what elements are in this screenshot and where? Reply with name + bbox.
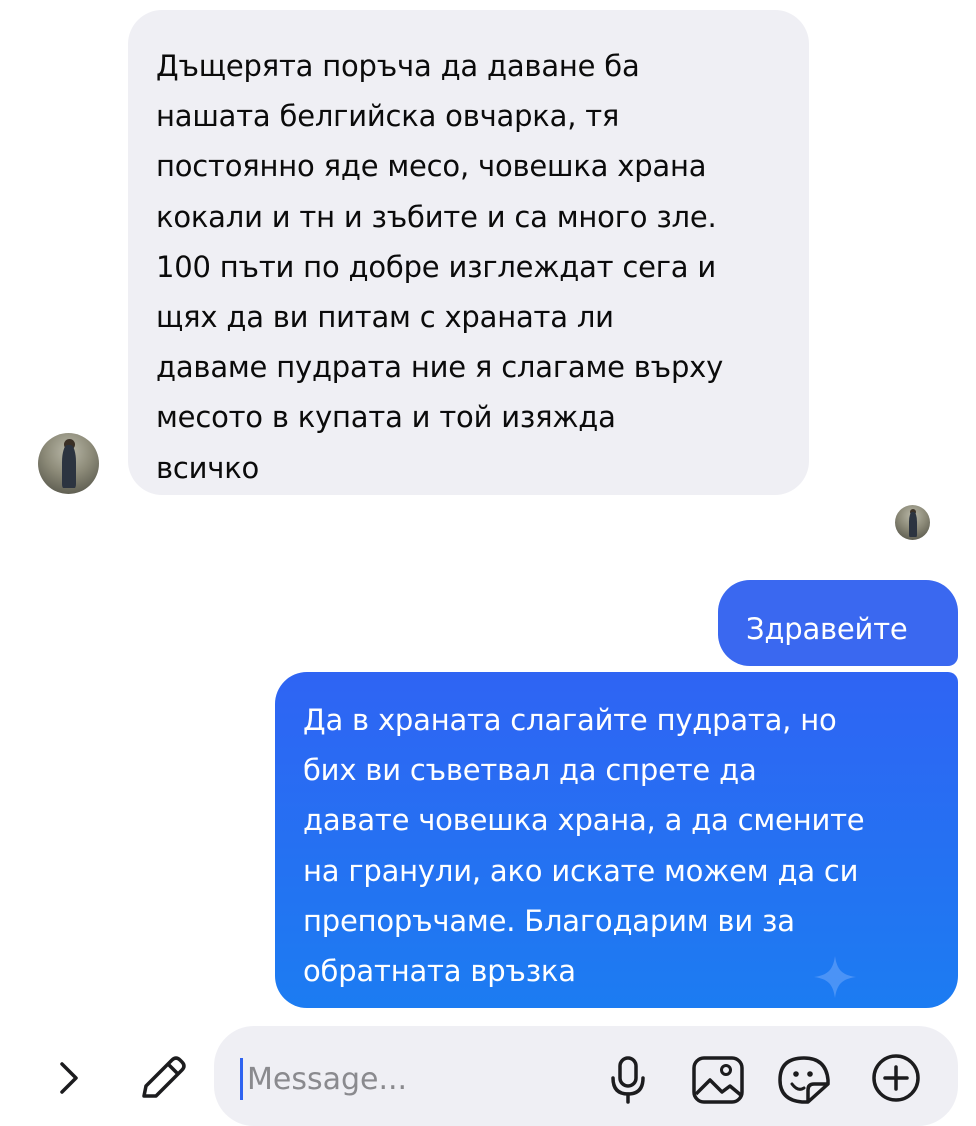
outgoing-message-bubble[interactable]: Здравейте xyxy=(718,580,958,666)
message-line: нашата белгийска овчарка, тя xyxy=(156,99,620,134)
sender-avatar[interactable] xyxy=(38,433,99,494)
pencil-icon[interactable] xyxy=(134,1052,190,1102)
message-line: кокали и тн и зъбите и са много зле. xyxy=(156,199,717,234)
ai-sparkle-icon xyxy=(814,956,856,998)
plus-circle-icon[interactable] xyxy=(868,1052,924,1104)
message-line: Дъщерята поръча да даване ба xyxy=(156,49,640,83)
microphone-icon[interactable] xyxy=(606,1054,650,1104)
message-placeholder: Message... xyxy=(247,1062,408,1097)
message-text: Здравейте xyxy=(746,612,908,646)
outgoing-message-bubble[interactable]: Да в храната слагайте пудрата, но бих ви… xyxy=(275,672,958,1008)
message-line: Да в храната слагайте пудрата, но xyxy=(303,703,837,737)
message-line: месото в купата и той изяжда xyxy=(156,400,616,435)
text-caret xyxy=(240,1058,243,1100)
incoming-message-bubble[interactable]: Дъщерята поръча да даване ба нашата белг… xyxy=(128,10,809,495)
message-line: постоянно яде месо, човешка храна xyxy=(156,149,707,184)
message-line: бих ви съветвал да спрете да xyxy=(303,753,757,788)
message-line: щях да ви питам с храната ли xyxy=(156,300,614,335)
message-line: препоръчаме. Благодарим ви за xyxy=(303,903,795,938)
message-line: всичко xyxy=(156,450,260,485)
sticker-icon[interactable] xyxy=(776,1054,832,1104)
seen-receipt-avatar xyxy=(895,505,930,540)
message-line: на гранули, ако искате можем да си xyxy=(303,853,859,888)
message-line: даваме пудрата ние я слагаме върху xyxy=(156,350,724,385)
message-line: давате човешка храна, а да смените xyxy=(303,803,865,838)
message-line: 100 пъти по добре изглеждат сега и xyxy=(156,249,717,284)
chevron-right-icon[interactable] xyxy=(52,1058,86,1098)
image-icon[interactable] xyxy=(690,1054,746,1104)
